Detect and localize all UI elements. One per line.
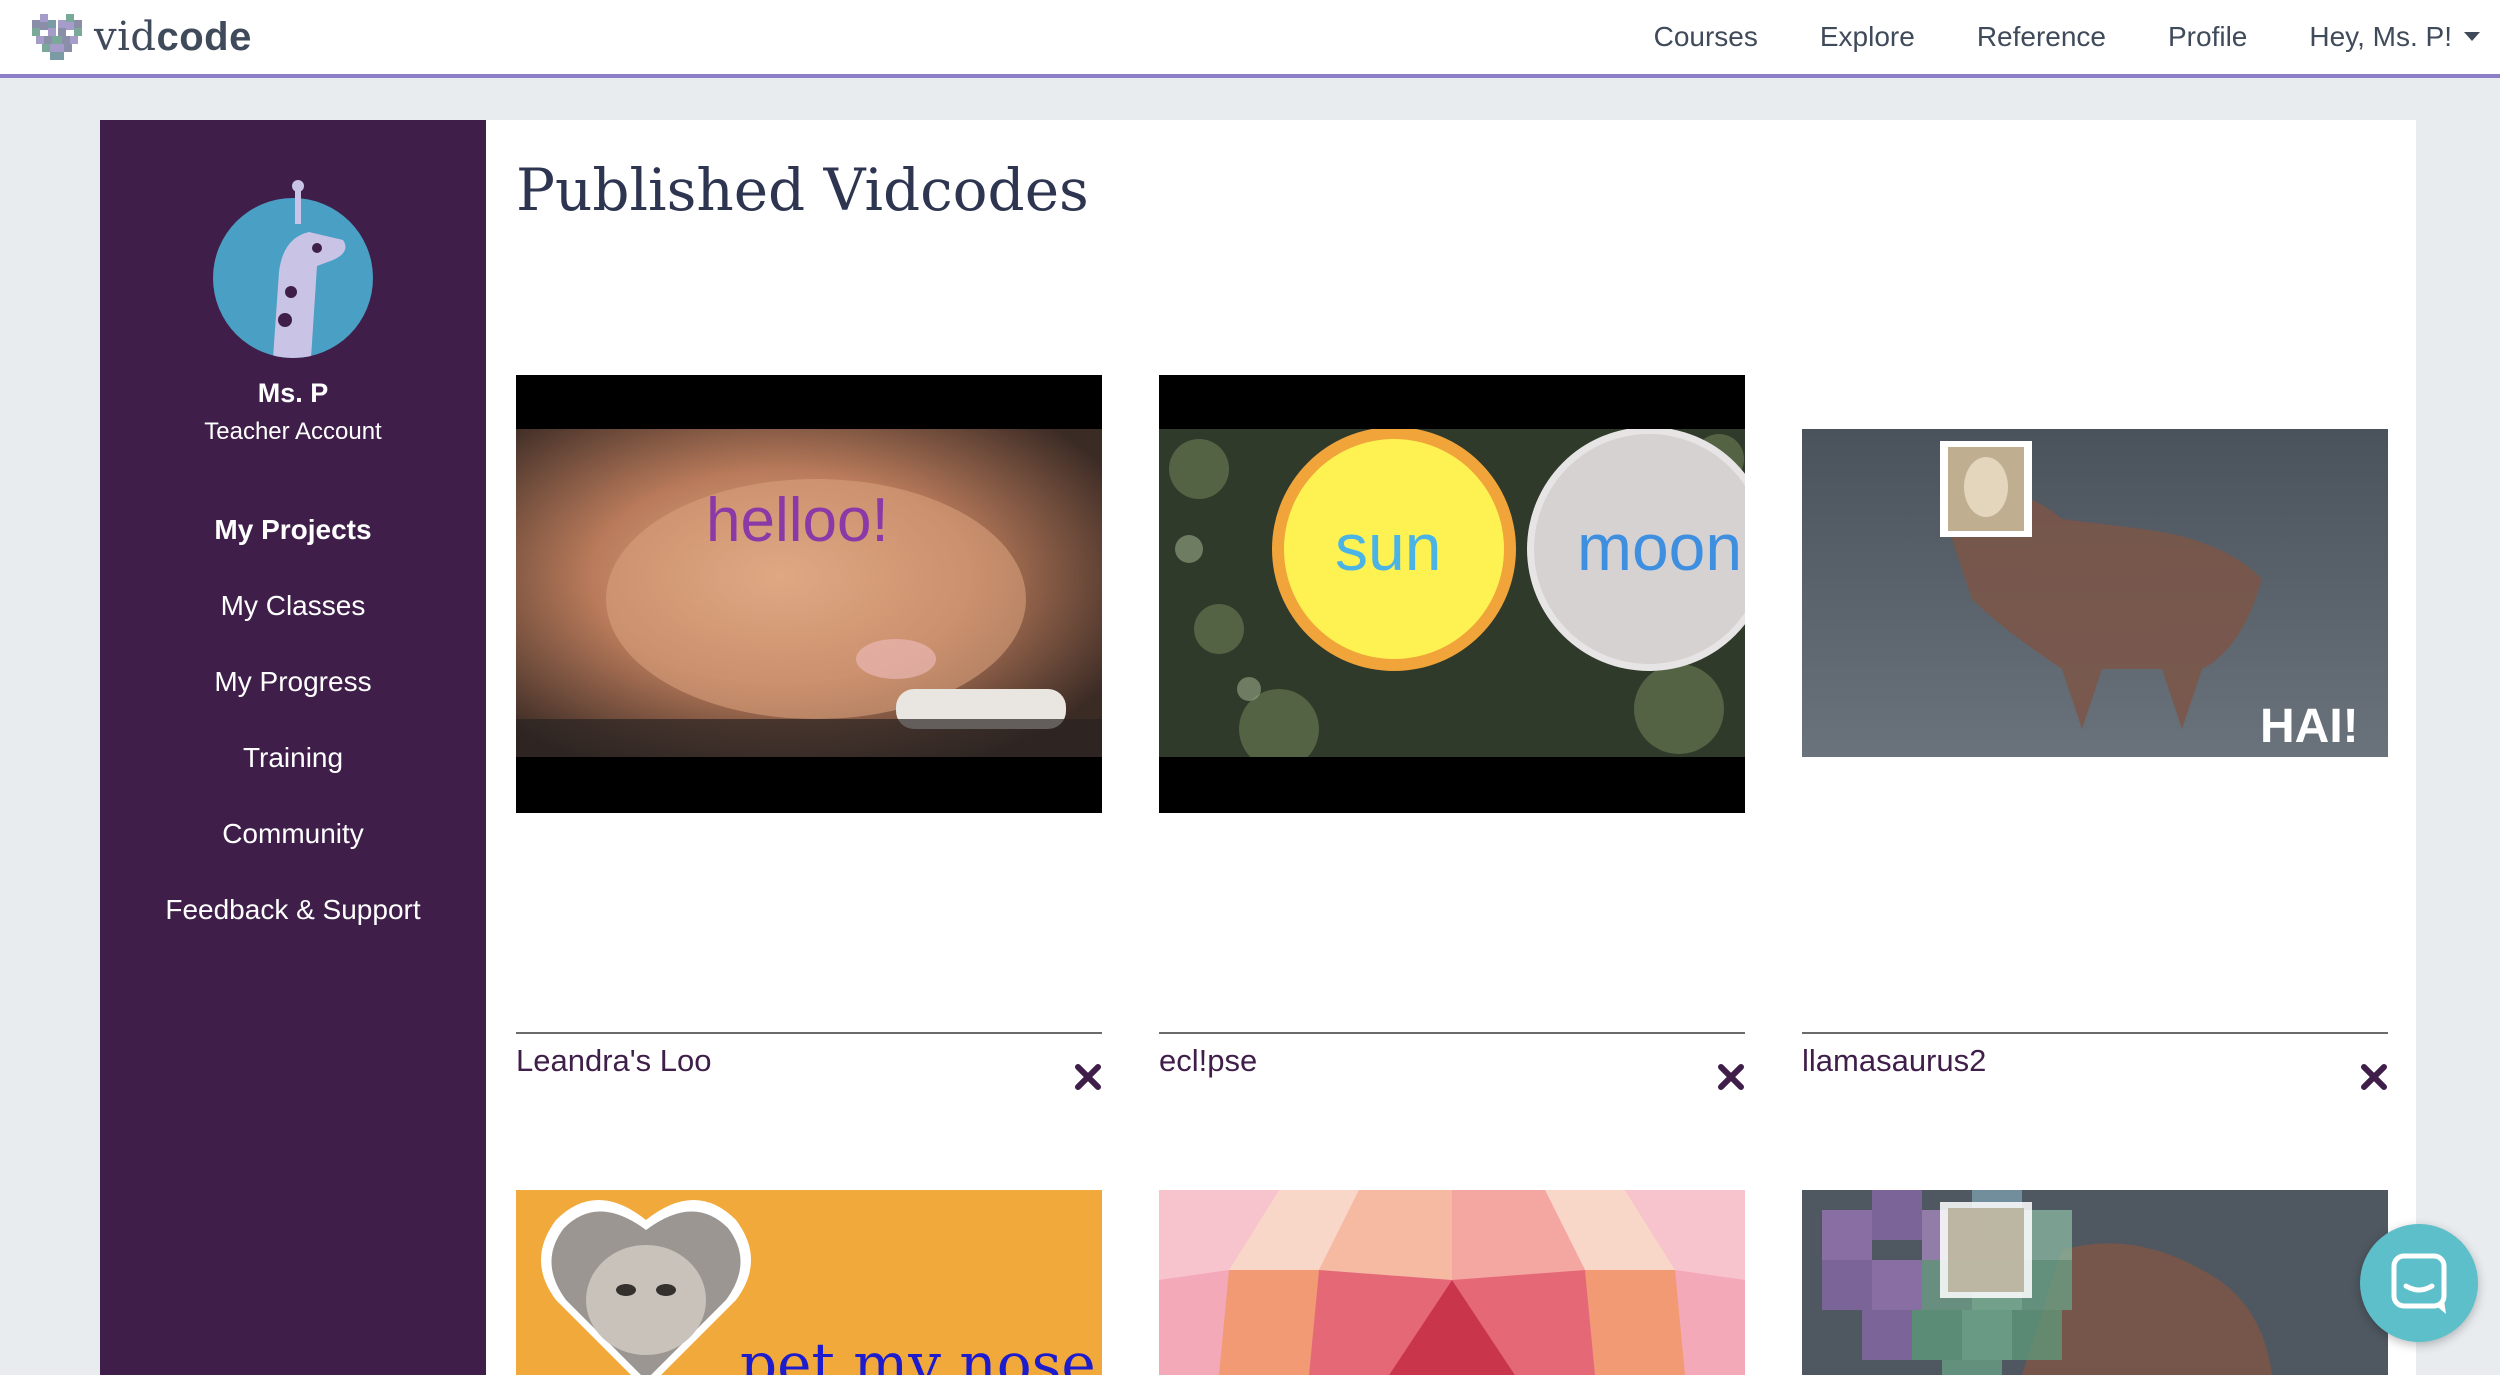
llama-pixel-heart-video-frame: [1802, 1190, 2388, 1375]
project-card: [1802, 1190, 2388, 1375]
sidebar-item-community[interactable]: Community: [100, 796, 486, 872]
sidebar-item-feedback-support[interactable]: Feedback & Support: [100, 872, 486, 948]
project-card: helloo! Leandra's Loo: [516, 375, 1102, 1090]
user-menu-label: Hey, Ms. P!: [2309, 21, 2452, 52]
close-x-icon[interactable]: [1717, 1063, 1745, 1091]
project-card: pet my nose: [516, 1190, 1102, 1375]
vidcode-logo[interactable]: vidcode: [32, 10, 252, 64]
caret-down-icon: [2464, 32, 2480, 42]
card-divider: [1159, 1032, 1745, 1034]
top-navigation-bar: vidcode Courses Explore Reference Profil…: [0, 0, 2500, 78]
close-x-icon[interactable]: [1074, 1063, 1102, 1091]
heart-logo-icon: [32, 14, 82, 60]
thumbnail-caption-moon: moon: [1577, 510, 1743, 584]
sidebar-item-my-classes[interactable]: My Classes: [100, 568, 486, 644]
thumbnail-caption: HAI!: [2260, 700, 2359, 753]
project-thumbnail[interactable]: [1802, 1190, 2388, 1375]
main-content: Published Vidcodes helloo! Leandra's Loo…: [486, 120, 2416, 1375]
main-nav: Courses Explore Reference Profile Hey, M…: [1592, 0, 2480, 74]
sidebar-nav: My Projects My Classes My Progress Train…: [100, 492, 486, 948]
user-menu[interactable]: Hey, Ms. P!: [2309, 21, 2480, 53]
chat-launcher[interactable]: [2360, 1224, 2478, 1342]
project-title[interactable]: ecl!pse: [1159, 1043, 1257, 1079]
project-thumbnail[interactable]: helloo!: [516, 375, 1102, 813]
close-x-icon[interactable]: [2360, 1063, 2388, 1091]
nav-profile[interactable]: Profile: [2168, 21, 2247, 53]
page-title: Published Vidcodes: [516, 156, 1089, 224]
account-type: Teacher Account: [204, 418, 382, 445]
sidebar-item-my-projects[interactable]: My Projects: [100, 492, 486, 568]
nav-reference[interactable]: Reference: [1977, 21, 2106, 53]
project-title[interactable]: Leandra's Loo: [516, 1043, 712, 1079]
project-thumbnail[interactable]: sun moon: [1159, 375, 1745, 813]
project-thumbnail[interactable]: pet my nose: [516, 1190, 1102, 1375]
sidebar: Ms. P Teacher Account My Projects My Cla…: [100, 120, 486, 1375]
project-thumbnail[interactable]: HAI!: [1802, 429, 2388, 757]
cat-video-frame: [516, 429, 1102, 757]
thumbnail-caption: pet my nose: [740, 1330, 1096, 1375]
sidebar-item-my-progress[interactable]: My Progress: [100, 644, 486, 720]
user-name: Ms. P: [257, 378, 329, 408]
project-title[interactable]: llamasaurus2: [1802, 1043, 1986, 1079]
card-divider: [516, 1032, 1102, 1034]
nav-explore[interactable]: Explore: [1820, 21, 1915, 53]
eclipse-video-frame: [1159, 429, 1745, 757]
project-card: [1159, 1190, 1745, 1375]
thumbnail-caption-sun: sun: [1335, 510, 1442, 584]
gem-video-frame: [1159, 1190, 1745, 1375]
giraffe-avatar[interactable]: [213, 180, 373, 358]
card-divider: [1802, 1032, 2388, 1034]
nav-courses[interactable]: Courses: [1654, 21, 1758, 53]
project-card: HAI! llamasaurus2: [1802, 375, 2388, 1090]
sidebar-item-training[interactable]: Training: [100, 720, 486, 796]
logo-wordmark: vidcode: [94, 14, 252, 60]
chat-bubble-icon: [2391, 1253, 2447, 1314]
thumbnail-caption: helloo!: [706, 486, 889, 555]
project-thumbnail[interactable]: [1159, 1190, 1745, 1375]
project-card: sun moon ecl!pse: [1159, 375, 1745, 1090]
